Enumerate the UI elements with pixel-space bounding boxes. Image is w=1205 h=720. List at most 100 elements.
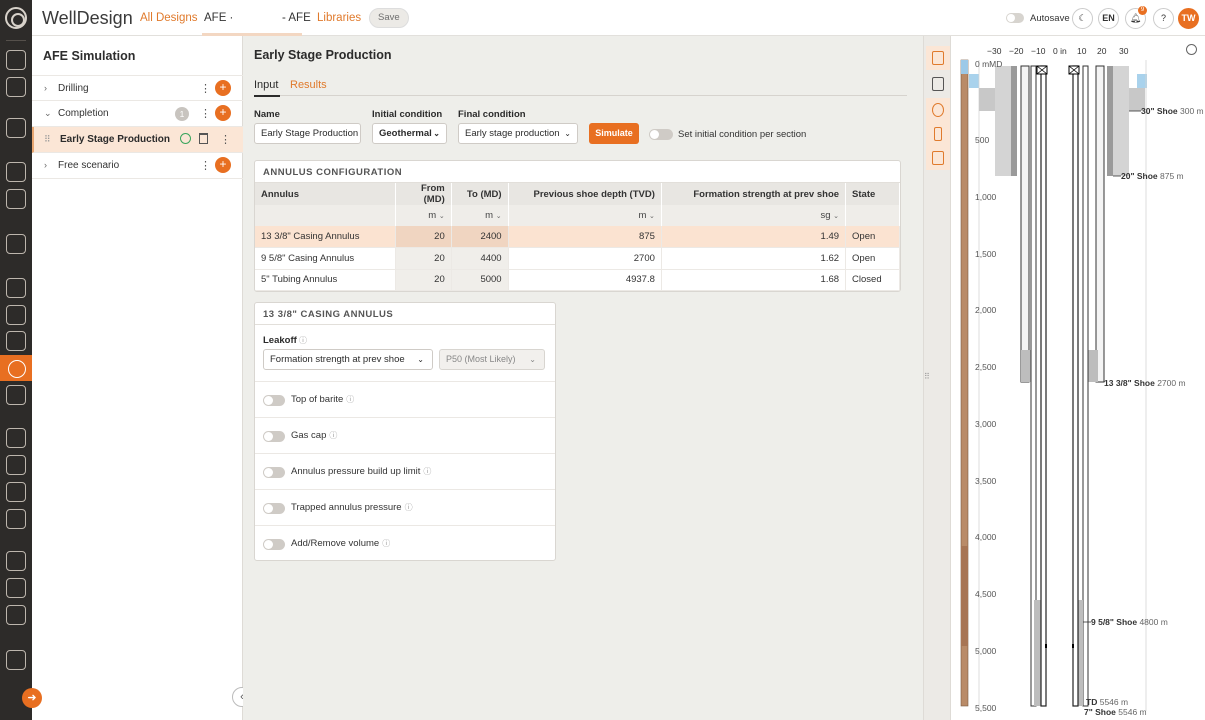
well-trajectory-icon[interactable] [6,118,26,138]
rig-icon[interactable] [6,234,26,254]
table-cell[interactable]: 2700 [508,247,662,270]
gear-icon[interactable] [926,98,950,122]
more-options-icon[interactable]: ⋮ [200,107,211,120]
note-icon[interactable] [926,146,950,170]
set-initial-condition-toggle[interactable] [649,129,673,140]
name-input[interactable]: Early Stage Production [254,123,361,144]
chevron-right-icon[interactable]: › [44,83,47,93]
sidebar-item-completion[interactable]: ⌄ Completion 1 ⋮ + [32,101,243,127]
derrick-icon[interactable] [6,578,26,598]
resize-handle-icon[interactable]: ⠿ [924,372,930,381]
drag-grip-icon[interactable]: ⠿ [44,134,51,145]
simulation-sidebar: AFE Simulation › Drilling ⋮ + ⌄ Completi… [32,36,252,720]
block-icon[interactable] [6,605,26,625]
help-circle-icon[interactable]: ⓘ [299,335,307,346]
option-label: Annulus pressure build up limit [291,466,421,477]
simulation-icon[interactable] [0,355,32,381]
table-row[interactable]: 5" Tubing Annulus 20 5000 4937.8 1.68 Cl… [255,269,900,291]
table-cell[interactable]: 20 [395,226,452,248]
toggle[interactable] [263,539,285,550]
help-circle-icon[interactable]: ⓘ [423,467,431,476]
expand-arrow-icon[interactable]: ➜ [22,688,42,708]
settings-gear-icon[interactable] [6,50,26,70]
thermometer-icon[interactable] [6,331,26,351]
help-circle-icon[interactable]: ⓘ [346,395,354,404]
chevron-down-icon[interactable]: ⌄ [44,108,52,119]
shoe-name: 13 3/8" Shoe [1104,378,1155,388]
y-tick-label: 4,500 [975,589,997,599]
table-cell[interactable]: 20 [395,269,452,291]
table-row[interactable]: 9 5/8" Casing Annulus 20 4400 2700 1.62 … [255,247,900,270]
unit-select[interactable]: m ⌄ [508,205,662,226]
toggle[interactable] [263,431,285,442]
well-schematic-icon[interactable] [926,72,950,96]
chart-area-icon[interactable] [6,278,26,298]
add-icon[interactable]: + [215,80,231,96]
add-icon[interactable]: + [215,157,231,173]
toggle[interactable] [263,395,285,406]
unit-select[interactable]: sg ⌄ [661,205,847,226]
language-button[interactable]: EN [1098,8,1119,29]
help-button[interactable]: ? [1153,8,1174,29]
tab-results[interactable]: Results [290,79,327,91]
chevron-right-icon[interactable]: › [44,160,47,170]
table-cell[interactable]: 5000 [451,269,509,291]
app-logo-icon[interactable] [5,7,27,29]
table-cell[interactable]: Open [845,226,900,248]
table-cell[interactable]: 875 [508,226,662,248]
simulate-button[interactable]: Simulate [589,123,639,144]
folder-search-icon[interactable] [926,46,950,70]
gear-play-icon[interactable] [6,385,26,405]
document-clock-icon[interactable] [6,650,26,670]
final-condition-select[interactable]: Early stage production ⌄ [458,123,578,144]
add-icon[interactable]: + [215,105,231,121]
more-options-icon[interactable]: ⋮ [220,133,231,146]
autosave-toggle[interactable] [1006,13,1024,23]
leakoff-select[interactable]: Formation strength at prev shoe ⌄ [263,349,433,370]
nav-all-designs[interactable]: All Designs [140,12,198,24]
nav-libraries[interactable]: Libraries [317,12,361,24]
more-options-icon[interactable]: ⋮ [200,82,211,95]
initial-condition-select[interactable]: Geothermal ⌄ [372,123,447,144]
table-cell[interactable]: Open [845,247,900,270]
sidebar-item-free-scenario[interactable]: › Free scenario ⋮ + [32,153,243,179]
help-circle-icon[interactable]: ⓘ [405,503,413,512]
user-avatar[interactable]: TW [1178,8,1199,29]
save-button[interactable]: Save [369,8,409,28]
hatch-icon[interactable] [6,551,26,571]
toggle[interactable] [263,503,285,514]
table-cell[interactable]: 1.62 [661,247,847,270]
percentile-select[interactable]: P50 (Most Likely) ⌄ [439,349,545,370]
unit-select[interactable]: m ⌄ [451,205,509,226]
nav-afe[interactable]: AFE · [204,12,233,24]
sidebar-item-early-stage-production[interactable]: ⠿ Early Stage Production ⋮ [32,127,243,153]
database-icon[interactable] [6,77,26,97]
sidebar-item-drilling[interactable]: › Drilling ⋮ + [32,75,243,101]
nav-afe-breadcrumb[interactable]: - AFE [282,12,311,24]
more-options-icon[interactable]: ⋮ [200,159,211,172]
table-cell[interactable]: 20 [395,247,452,270]
table-cell[interactable]: 2400 [451,226,509,248]
chart-line-icon[interactable] [6,305,26,325]
toggle[interactable] [263,467,285,478]
layers-icon-3[interactable] [6,482,26,502]
dark-mode-moon-icon[interactable]: ☾ [1072,8,1093,29]
table-cell[interactable]: 1.49 [661,226,847,248]
tools-icon[interactable] [6,189,26,209]
casing-icon[interactable] [6,162,26,182]
layers-icon-2[interactable] [6,455,26,475]
table-row[interactable]: 13 3/8" Casing Annulus 20 2400 875 1.49 … [255,226,900,248]
help-circle-icon[interactable]: ⓘ [382,539,390,548]
trash-icon[interactable] [199,133,208,144]
tab-input[interactable]: Input [254,79,281,97]
layers-icon-4[interactable] [6,509,26,529]
table-cell[interactable]: 1.68 [661,269,847,291]
casing-view-icon[interactable] [926,122,950,146]
table-cell[interactable]: 4400 [451,247,509,270]
shoe-label-30: 30" Shoe 300 m [1141,106,1204,116]
unit-select[interactable]: m ⌄ [395,205,452,226]
layers-icon-1[interactable] [6,428,26,448]
table-cell[interactable]: 4937.8 [508,269,662,291]
table-cell[interactable]: Closed [845,269,900,291]
help-circle-icon[interactable]: ⓘ [329,431,337,440]
